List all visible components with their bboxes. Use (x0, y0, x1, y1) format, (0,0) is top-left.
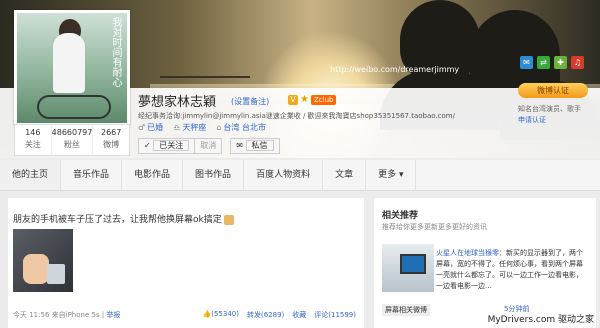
avatar-figure (53, 33, 85, 93)
verified-badge[interactable]: V (288, 95, 298, 105)
like-button[interactable]: 👍(55340) (203, 310, 239, 320)
tag-label: 已婚 (147, 123, 164, 132)
profile-description: 经纪事务洽询:jimmylin@jimmylin.asia谜速企業收 / 歡迎來… (138, 112, 455, 120)
location-icon: ⌂ (216, 123, 222, 132)
tag-location[interactable]: ⌂ 台湾 台北市 (216, 122, 266, 133)
green-icon[interactable]: ✚ (554, 56, 567, 69)
weibo-post: 朋友的手机被车子压了过去，让我帮他换屏幕ok搞定 今天 11:56 来自iPho… (8, 198, 364, 328)
thumbnail-monitor (400, 254, 426, 274)
avatar-bicycle (37, 95, 111, 119)
stat-label: 微博 (103, 140, 120, 149)
post-actions: 👍(55340) 转发(6289) 收藏 评论(11599) (203, 310, 356, 320)
stat-label: 关注 (24, 140, 41, 149)
tab-books[interactable]: 图书作品 (183, 160, 245, 190)
tab-baidu-profile[interactable]: 百度人物资料 (244, 160, 324, 190)
auth-desc: 知名台湾演员、歌手 (518, 105, 581, 113)
mars-icon: ♂ (138, 123, 146, 132)
stat-value: 48660797 (51, 128, 93, 137)
recommend-thumb-label[interactable]: 屏幕相关微博 (382, 304, 430, 316)
post-source: iPhone 5s (65, 311, 100, 319)
follow-group: ✓ 已关注 取消 ✉ 私信 (138, 138, 280, 154)
watermark: MyDrivers.com 驱动之家 (485, 312, 596, 325)
recommend-subtitle: 推荐给你更多更新更多更好的资讯 (382, 223, 487, 231)
image-phone (47, 264, 65, 284)
profile-name: 夢想家林志穎 (138, 95, 217, 110)
star-icon[interactable]: ★ (300, 95, 310, 105)
tag-label: 台湾 台北市 (223, 123, 266, 132)
repost-button[interactable]: 转发(6289) (247, 310, 284, 320)
red-icon[interactable]: ♫ (571, 56, 584, 69)
set-note-link[interactable]: (设置备注) (231, 96, 269, 107)
tag-marital[interactable]: ♂ 已婚 (138, 122, 163, 133)
unfollow-button[interactable]: 取消 (195, 138, 223, 154)
recommend-thumbnail[interactable] (382, 244, 434, 292)
stat-label: 粉丝 (64, 140, 80, 149)
post-text: 朋友的手机被车子压了过去，让我帮他换屏幕ok搞定 (13, 215, 222, 225)
collect-button[interactable]: 收藏 (292, 310, 306, 320)
avatar[interactable]: 我对时间有耐心 (14, 10, 130, 126)
avatar-caption: 我对时间有耐心 (110, 17, 121, 87)
following-label: 已关注 (153, 140, 190, 151)
tab-movies[interactable]: 电影作品 (122, 160, 184, 190)
comment-button[interactable]: 评论(11599) (314, 310, 356, 320)
stat-fans[interactable]: 48660797 粉丝 (52, 125, 94, 155)
cover-pier (160, 76, 250, 86)
stat-following[interactable]: 146 关注 (15, 125, 52, 155)
emoji-icon (223, 214, 234, 225)
share-icon[interactable]: ⇄ (537, 56, 550, 69)
post-time[interactable]: 今天 11:56 (13, 311, 49, 319)
share-icons: ✉ ⇄ ✚ ♫ (520, 56, 584, 69)
profile-nav: 他的主页 音乐作品 电影作品 图书作品 百度人物资料 文章 更多 ▾ (0, 160, 600, 191)
post-text-row: 朋友的手机被车子压了过去，让我帮他换屏幕ok搞定 (13, 212, 234, 225)
recommend-user[interactable]: 火星人在地球当猴零 (436, 249, 499, 257)
apply-auth-link[interactable]: 申请认证 (518, 115, 596, 126)
tab-home[interactable]: 他的主页 (0, 160, 62, 190)
profile-url[interactable]: http://weibo.com/dreamerjimmy (330, 65, 459, 74)
zodiac-icon: ♎ (173, 123, 181, 132)
recommend-panel: 相关推荐 推荐给你更多更新更多更好的资讯 屏幕相关微博 火星人在地球当猴零：新买… (374, 198, 596, 328)
profile-stats: 146 关注 48660797 粉丝 2667 微博 (14, 124, 130, 156)
image-hand (23, 254, 49, 284)
tag-zodiac[interactable]: ♎ 天秤座 (173, 122, 206, 133)
message-button[interactable]: ✉ 私信 (230, 138, 280, 154)
weibo-auth-badge[interactable]: 微博认证 (518, 83, 588, 98)
stat-value: 2667 (101, 128, 122, 137)
stat-posts[interactable]: 2667 微博 (93, 125, 129, 155)
source-prefix: 来自 (51, 311, 66, 319)
message-label: 私信 (245, 140, 274, 151)
tab-articles[interactable]: 文章 (323, 160, 367, 190)
tag-label: 天秤座 (182, 123, 207, 132)
auth-info: 知名台湾演员、歌手 申请认证 (518, 104, 596, 126)
tab-music[interactable]: 音乐作品 (61, 160, 123, 190)
like-count: (55340) (211, 310, 239, 318)
sina-icon[interactable]: ✉ (520, 56, 533, 69)
recommend-title: 相关推荐 (382, 211, 419, 221)
post-meta: 今天 11:56 来自iPhone 5s | 举报 (13, 311, 121, 319)
report-link[interactable]: 举报 (106, 311, 120, 319)
stat-value: 146 (25, 128, 41, 137)
following-button[interactable]: ✓ 已关注 (138, 138, 196, 154)
club-badge[interactable]: Zclub (311, 95, 337, 105)
post-image[interactable] (13, 229, 73, 292)
tab-more[interactable]: 更多 ▾ (366, 160, 417, 190)
profile-tags: ♂ 已婚 ♎ 天秤座 ⌂ 台湾 台北市 (138, 122, 266, 133)
recommend-post: 火星人在地球当猴零：新买的显示器到了，两个屏幕，宽的不得了。任何烦心事，看到两个… (436, 248, 588, 292)
